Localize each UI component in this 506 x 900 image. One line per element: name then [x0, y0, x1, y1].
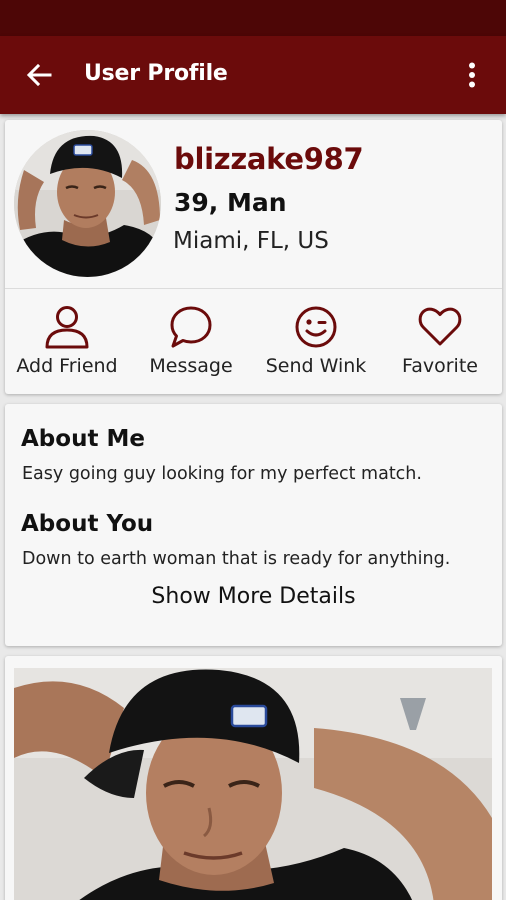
message-label: Message — [149, 355, 233, 377]
page-title: User Profile — [84, 61, 228, 86]
profile-photo[interactable] — [14, 668, 492, 900]
status-bar — [0, 0, 506, 36]
more-vert-icon — [469, 62, 475, 88]
favorite-label: Favorite — [402, 355, 478, 377]
send-wink-button[interactable]: Send Wink — [254, 289, 378, 394]
add-friend-label: Add Friend — [16, 355, 118, 377]
location: Miami, FL, US — [173, 228, 329, 254]
photo-card — [5, 656, 502, 900]
about-me-text: Easy going guy looking for my perfect ma… — [22, 464, 422, 484]
back-button[interactable] — [22, 60, 56, 90]
username: blizzake987 — [174, 142, 364, 176]
action-bar: Add Friend Message Send Wink Favorite — [5, 289, 502, 394]
person-outline-icon — [45, 306, 89, 349]
heart-outline-icon — [418, 307, 462, 346]
avatar[interactable] — [14, 130, 161, 277]
send-wink-label: Send Wink — [265, 355, 367, 377]
age-gender: 39, Man — [174, 188, 287, 217]
about-me-heading: About Me — [21, 426, 145, 452]
favorite-button[interactable]: Favorite — [378, 289, 502, 394]
show-more-details-link[interactable]: Show More Details — [5, 584, 502, 609]
chat-bubble-icon — [170, 306, 212, 348]
about-you-heading: About You — [21, 511, 154, 537]
app-bar: User Profile — [0, 36, 506, 114]
add-friend-button[interactable]: Add Friend — [5, 289, 129, 394]
about-card: About Me Easy going guy looking for my p… — [5, 404, 502, 646]
arrow-back-icon — [26, 63, 52, 87]
about-you-text: Down to earth woman that is ready for an… — [22, 549, 451, 569]
wink-smiley-icon — [295, 306, 337, 348]
profile-card: blizzake987 39, Man Miami, FL, US Add Fr… — [5, 120, 502, 394]
overflow-menu-button[interactable] — [456, 58, 488, 92]
message-button[interactable]: Message — [129, 289, 253, 394]
